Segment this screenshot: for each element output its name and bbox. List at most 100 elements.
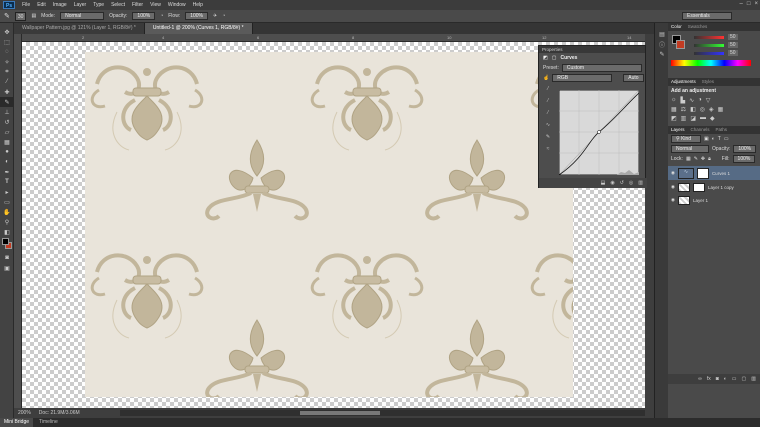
menu-filter[interactable]: Filter bbox=[132, 2, 143, 8]
horizontal-scrollbar[interactable] bbox=[120, 410, 645, 416]
curves-graph[interactable] bbox=[559, 90, 639, 175]
crop-tool-icon[interactable]: ⌗ bbox=[0, 67, 14, 77]
move-tool-icon[interactable]: ✥ bbox=[0, 27, 14, 37]
curve-point-icon[interactable]: ∿ bbox=[546, 122, 550, 128]
mode-dropdown[interactable]: Normal bbox=[60, 12, 105, 20]
channel-dropdown[interactable]: RGB bbox=[552, 74, 613, 82]
menu-view[interactable]: View bbox=[150, 2, 161, 8]
white-point-eyedropper-icon[interactable]: ⁄ bbox=[548, 110, 549, 116]
brush-preset-picker[interactable]: 30 bbox=[14, 11, 27, 21]
lock-pixels-icon[interactable]: ✎ bbox=[694, 156, 698, 162]
doc-size[interactable]: Doc: 21.9M/3.06M bbox=[39, 410, 80, 416]
layer-row-curves-1[interactable]: ◉ ∿ Curves 1 bbox=[668, 166, 760, 180]
visibility-icon[interactable]: ◎ bbox=[629, 180, 633, 186]
airbrush-icon[interactable]: ✈ bbox=[213, 13, 217, 19]
photo-filter-icon[interactable]: ◎ bbox=[700, 106, 705, 113]
workspace-dropdown[interactable]: Essentials bbox=[682, 12, 732, 20]
quick-select-tool-icon[interactable]: ✧ bbox=[0, 57, 14, 67]
green-slider[interactable] bbox=[694, 44, 724, 47]
lasso-tool-icon[interactable]: ◌ bbox=[0, 47, 14, 57]
healing-tool-icon[interactable]: ✚ bbox=[0, 87, 14, 97]
foreground-color-swatch[interactable] bbox=[2, 238, 9, 245]
clone-stamp-tool-icon[interactable]: ⊥ bbox=[0, 107, 14, 117]
layer-filter-dropdown[interactable]: ⚲ Kind bbox=[671, 135, 701, 143]
tab-channels[interactable]: Channels bbox=[691, 126, 710, 134]
selective-color-icon[interactable]: ◆ bbox=[710, 115, 715, 122]
zoom-tool-icon[interactable]: ⚲ bbox=[0, 217, 14, 227]
filter-shape-icon[interactable]: ▭ bbox=[724, 136, 729, 142]
history-panel-icon[interactable]: ▤ bbox=[655, 29, 669, 39]
hand-tool-icon[interactable]: ✋ bbox=[0, 207, 14, 217]
type-tool-icon[interactable]: T bbox=[0, 177, 14, 187]
invert-icon[interactable]: ◩ bbox=[671, 115, 677, 122]
auto-button[interactable]: Auto bbox=[623, 74, 644, 82]
lock-all-icon[interactable]: 🔒︎ bbox=[708, 156, 711, 162]
exposure-icon[interactable]: ◑ bbox=[698, 97, 702, 104]
color-lookup-icon[interactable]: ▦ bbox=[718, 106, 724, 113]
blue-value[interactable]: 50 bbox=[728, 50, 738, 56]
tab-layers[interactable]: Layers bbox=[671, 126, 685, 134]
lock-position-icon[interactable]: ✥ bbox=[701, 156, 705, 162]
view-previous-icon[interactable]: ◉ bbox=[610, 180, 614, 186]
brush-tool-icon[interactable]: ✎ bbox=[4, 12, 10, 20]
tab-untitled-1[interactable]: Untitled-1 @ 200% (Curves 1, RGB/8#) * bbox=[144, 23, 253, 34]
vertical-scrollbar[interactable] bbox=[645, 34, 654, 408]
delete-layer-icon[interactable]: ▥ bbox=[751, 376, 756, 382]
menu-select[interactable]: Select bbox=[111, 2, 125, 8]
channel-mixer-icon[interactable]: ◈ bbox=[709, 106, 714, 113]
posterize-icon[interactable]: ▥ bbox=[681, 115, 687, 122]
marquee-tool-icon[interactable]: ⬚ bbox=[0, 37, 14, 47]
zoom-level[interactable]: 200% bbox=[18, 410, 31, 416]
on-image-adjust-icon[interactable]: ☝ bbox=[543, 75, 549, 81]
blur-tool-icon[interactable]: ● bbox=[0, 147, 14, 157]
curves-icon[interactable]: ∿ bbox=[689, 97, 694, 104]
visibility-eye-icon[interactable]: ◉ bbox=[671, 184, 675, 190]
layer-style-icon[interactable]: fx bbox=[707, 376, 711, 382]
link-layers-icon[interactable]: ∞ bbox=[698, 376, 702, 382]
levels-icon[interactable]: ▙ bbox=[681, 97, 686, 104]
opacity-pressure-icon[interactable]: ◔ bbox=[160, 13, 163, 19]
brush-presets-icon[interactable]: ✎ bbox=[655, 49, 669, 59]
visibility-eye-icon[interactable]: ◉ bbox=[671, 197, 675, 203]
tab-styles[interactable]: Styles bbox=[702, 78, 714, 86]
tab-wallpaper-pattern[interactable]: Wallpaper Pattern.jpg @ 121% (Layer 1, R… bbox=[14, 23, 145, 34]
horizontal-scroll-thumb[interactable] bbox=[300, 411, 380, 415]
pencil-curve-icon[interactable]: ✎ bbox=[546, 134, 550, 140]
tab-color[interactable]: Color bbox=[671, 23, 682, 31]
reset-icon[interactable]: ↺ bbox=[620, 180, 624, 186]
eyedropper-tool-icon[interactable]: ⁄ bbox=[0, 77, 14, 87]
menu-edit[interactable]: Edit bbox=[37, 2, 46, 8]
tab-paths[interactable]: Paths bbox=[716, 126, 728, 134]
tab-swatches[interactable]: Swatches bbox=[688, 23, 708, 31]
pen-tool-icon[interactable]: ✒ bbox=[0, 167, 14, 177]
layer-opacity-field[interactable]: 100% bbox=[733, 145, 757, 153]
history-brush-tool-icon[interactable]: ↺ bbox=[0, 117, 14, 127]
gradient-tool-icon[interactable]: ▦ bbox=[0, 137, 14, 147]
black-point-eyedropper-icon[interactable]: ⁄ bbox=[548, 86, 549, 92]
layer-row-layer-1[interactable]: ◉ Layer 1 bbox=[668, 194, 760, 206]
layer-fill-field[interactable]: 100% bbox=[732, 155, 756, 163]
close-icon[interactable]: × bbox=[754, 1, 758, 7]
opacity-field[interactable]: 100% bbox=[132, 12, 156, 20]
new-group-icon[interactable]: ▭ bbox=[732, 376, 737, 382]
menu-image[interactable]: Image bbox=[53, 2, 67, 8]
tab-timeline[interactable]: Timeline bbox=[35, 418, 62, 427]
mask-icon[interactable]: ▢ bbox=[552, 55, 557, 61]
smooth-curve-icon[interactable]: ≈ bbox=[547, 146, 550, 152]
path-select-tool-icon[interactable]: ▸ bbox=[0, 187, 14, 197]
lock-transparent-icon[interactable]: ▦ bbox=[686, 156, 691, 162]
new-adjustment-icon[interactable]: ◐ bbox=[724, 376, 727, 382]
background-swatch[interactable] bbox=[676, 40, 685, 49]
flow-field[interactable]: 100% bbox=[185, 12, 208, 20]
info-panel-icon[interactable]: ⓘ bbox=[655, 39, 669, 49]
filter-pixel-icon[interactable]: ▣ bbox=[704, 136, 709, 142]
hue-saturation-icon[interactable]: ▦ bbox=[671, 106, 677, 113]
size-pressure-icon[interactable]: ◔ bbox=[222, 13, 225, 19]
eraser-tool-icon[interactable]: ▱ bbox=[0, 127, 14, 137]
green-value[interactable]: 50 bbox=[728, 42, 738, 48]
quick-mask-icon[interactable]: ◙ bbox=[0, 253, 14, 263]
gray-point-eyedropper-icon[interactable]: ⁄ bbox=[548, 98, 549, 104]
menu-help[interactable]: Help bbox=[193, 2, 203, 8]
clip-to-layer-icon[interactable]: ⬓ bbox=[601, 180, 606, 186]
tab-adjustments[interactable]: Adjustments bbox=[671, 78, 696, 86]
